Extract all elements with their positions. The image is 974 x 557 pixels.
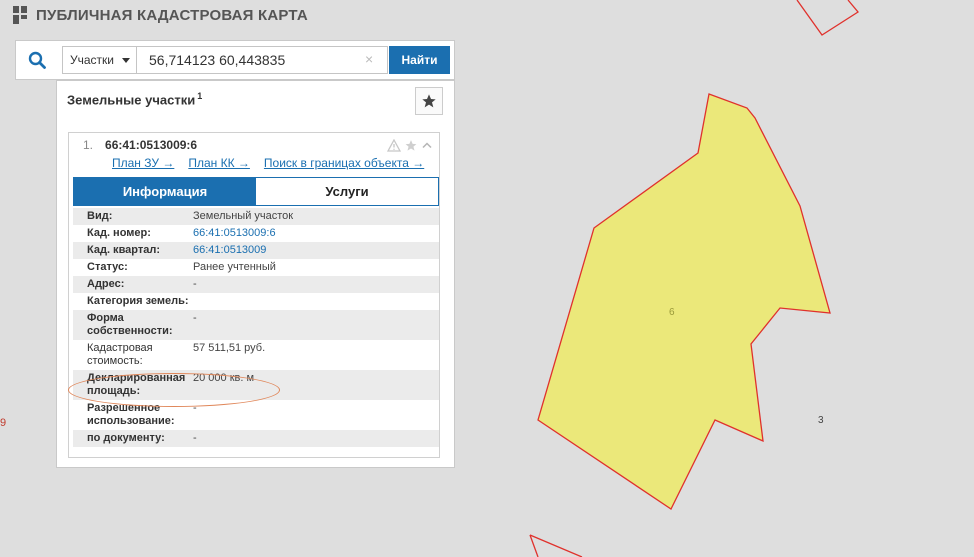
row-value: - [193, 432, 197, 444]
search-type-value: Участки [70, 53, 114, 67]
results-panel: Земельные участки 1 1. 66:41:0513009:6 Пла… [56, 80, 455, 468]
row-label: Вид: [87, 210, 113, 222]
row-label: Форма собственности: [87, 312, 173, 337]
table-row: Декларированная площадь: 20 000 кв. м [73, 370, 439, 400]
result-tabs: Информация Услуги [73, 177, 439, 206]
table-row: Кад. номер: 66:41:0513009:6 [73, 225, 439, 242]
row-label: Кад. квартал: [87, 244, 161, 256]
row-label: по документу: [87, 432, 165, 444]
chevron-down-icon [122, 58, 130, 63]
results-count: 1 [197, 91, 203, 101]
row-value-link[interactable]: 66:41:0513009:6 [193, 225, 439, 242]
row-value: - [193, 278, 197, 290]
search-bar: Участки × Найти [15, 40, 455, 80]
row-value [273, 293, 439, 310]
favorite-button[interactable] [415, 87, 443, 115]
table-row: Статус: Ранее учтенный [73, 259, 439, 276]
row-value: Земельный участок [193, 210, 294, 222]
result-links: План ЗУ → План КК → Поиск в границах объ… [112, 156, 424, 170]
row-label: Адрес: [87, 278, 125, 290]
find-button[interactable]: Найти [389, 46, 450, 74]
table-row: Категория земель: [73, 293, 439, 310]
result-item-header: 1. 66:41:0513009:6 [83, 138, 197, 152]
result-item-tools [387, 139, 433, 152]
row-label: Кадастровая стоимость: [87, 342, 153, 367]
row-label: Статус: [87, 261, 128, 273]
table-row: Форма собственности: - [73, 310, 439, 340]
search-icon[interactable] [16, 41, 58, 79]
neighbor-parcel-label: 3 [818, 415, 824, 426]
row-value: - [193, 312, 197, 324]
row-label: Кад. номер: [87, 227, 151, 239]
row-label: Декларированная площадь: [87, 372, 186, 397]
warning-icon[interactable] [387, 139, 401, 152]
row-label: Разрешенное использование: [87, 402, 175, 427]
tab-services[interactable]: Услуги [256, 178, 438, 205]
table-row: Адрес: - [73, 276, 439, 293]
row-label: Категория земель: [87, 295, 189, 307]
parcel-number-label: 6 [669, 307, 675, 318]
chevron-up-icon[interactable] [421, 139, 433, 152]
table-row: Кад. квартал: 66:41:0513009 [73, 242, 439, 259]
link-plan-kk[interactable]: План КК → [188, 156, 250, 170]
link-plan-zu[interactable]: План ЗУ → [112, 156, 174, 170]
star-outline-icon[interactable] [404, 139, 418, 152]
star-icon [422, 94, 436, 108]
result-cadastral-number[interactable]: 66:41:0513009:6 [105, 138, 197, 152]
row-value-link[interactable]: 66:41:0513009 [193, 242, 439, 259]
row-value: Ранее учтенный [193, 261, 276, 273]
row-value: 20 000 кв. м [193, 372, 255, 384]
table-row: Вид: Земельный участок [73, 208, 439, 225]
panel-title: Земельные участки 1 [67, 91, 202, 107]
search-input[interactable] [137, 46, 388, 74]
tab-information[interactable]: Информация [74, 178, 256, 205]
table-row: по документу: - [73, 430, 439, 447]
app-header: ПУБЛИЧНАЯ КАДАСТРОВАЯ КАРТА [12, 6, 308, 24]
row-value: 57 511,51 руб. [193, 342, 266, 354]
search-type-select[interactable]: Участки [62, 46, 137, 74]
app-title: ПУБЛИЧНАЯ КАДАСТРОВАЯ КАРТА [36, 6, 308, 24]
result-card: 1. 66:41:0513009:6 План ЗУ → План КК → По… [68, 132, 440, 458]
panel-title-text: Земельные участки [67, 92, 196, 108]
edge-parcel-label: 9 [0, 417, 6, 429]
cadastre-logo-icon [13, 6, 27, 24]
result-item-number: 1. [83, 138, 94, 152]
table-row: Кадастровая стоимость: 57 511,51 руб. [73, 340, 439, 370]
link-search-in-bounds[interactable]: Поиск в границах объекта → [264, 156, 424, 170]
row-value: - [193, 402, 197, 414]
table-row: Разрешенное использование: - [73, 400, 439, 430]
clear-icon[interactable]: × [365, 51, 373, 67]
info-table: Вид: Земельный участок Кад. номер: 66:41… [73, 208, 439, 447]
